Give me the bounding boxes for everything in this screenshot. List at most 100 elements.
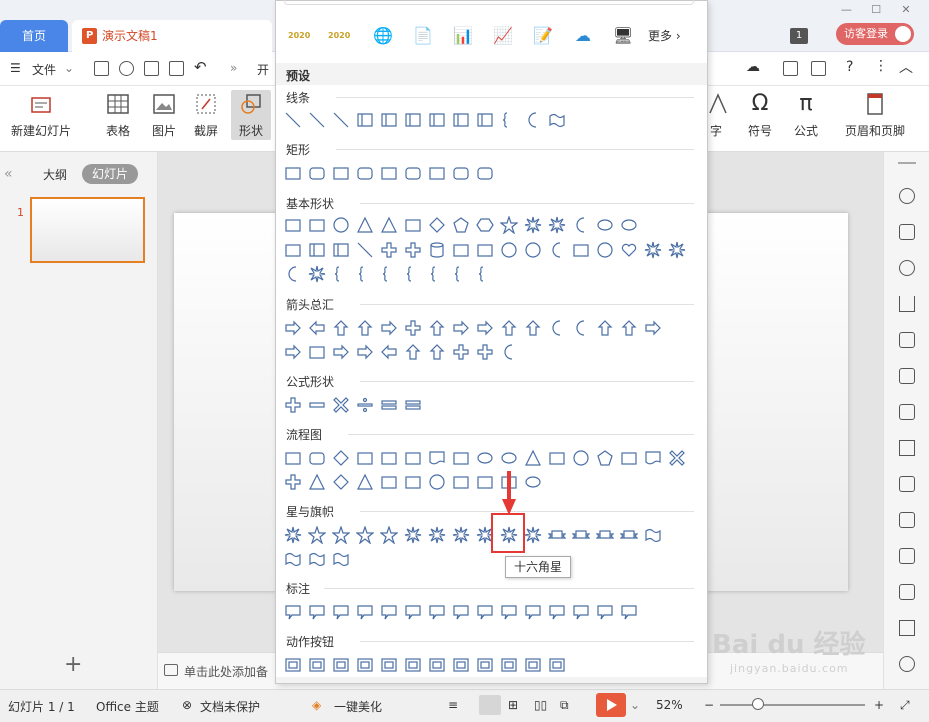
shape-arrowU-icon[interactable] xyxy=(428,319,446,337)
shape-button[interactable]: 形状 xyxy=(231,90,271,140)
shape-btn-icon[interactable] xyxy=(548,656,566,674)
shape-rect-icon[interactable] xyxy=(356,449,374,467)
shape-pent-icon[interactable] xyxy=(596,449,614,467)
shape-rect-icon[interactable] xyxy=(452,241,470,259)
shape-arrowU-icon[interactable] xyxy=(500,319,518,337)
shape-divide-icon[interactable] xyxy=(356,396,374,414)
image-gallery-icon[interactable] xyxy=(899,476,915,492)
shape-doc-icon[interactable] xyxy=(428,449,446,467)
shape-rect-icon[interactable] xyxy=(620,449,638,467)
print-icon[interactable] xyxy=(144,61,159,76)
table-style-icon[interactable] xyxy=(899,332,915,348)
guest-login-button[interactable]: 访客登录 xyxy=(836,23,914,45)
theme-name[interactable]: Office 主题 xyxy=(96,698,159,715)
collapse-panel-icon[interactable]: « xyxy=(4,166,13,182)
play-slideshow-button[interactable] xyxy=(596,693,626,717)
shape-burst-icon[interactable] xyxy=(524,526,542,544)
shape-doc-icon[interactable] xyxy=(644,449,662,467)
slides-tab[interactable]: 幻灯片 xyxy=(82,164,138,184)
more-options-icon[interactable]: ⋮ xyxy=(874,58,888,74)
fill-icon[interactable] xyxy=(899,296,915,312)
more-shapes-link[interactable]: 更多 › xyxy=(648,27,681,44)
shape-rrect-icon[interactable] xyxy=(308,449,326,467)
shape-circle-icon[interactable] xyxy=(500,241,518,259)
fit-window-icon[interactable]: ⤢ xyxy=(900,698,910,713)
add-slide-button[interactable]: + xyxy=(64,652,82,677)
symbol-button[interactable]: Ω 符号 xyxy=(742,92,778,139)
shape-arrowR-icon[interactable] xyxy=(284,319,302,337)
shape-star-icon[interactable] xyxy=(308,526,326,544)
shape-ribbon-icon[interactable] xyxy=(620,526,638,544)
zoom-in-button[interactable]: + xyxy=(874,698,884,712)
shape-arrowU-icon[interactable] xyxy=(356,319,374,337)
shape-callout-icon[interactable] xyxy=(548,603,566,621)
shape-line-icon[interactable] xyxy=(308,111,326,129)
recent-cloud-icon[interactable]: ☁ xyxy=(572,25,594,47)
shape-equal-icon[interactable] xyxy=(404,396,422,414)
shape-callout-icon[interactable] xyxy=(284,603,302,621)
partial-tab[interactable]: 开 xyxy=(257,61,269,78)
shape-pent-icon[interactable] xyxy=(452,216,470,234)
shape-arrowU-icon[interactable] xyxy=(620,319,638,337)
shape-corner-icon[interactable] xyxy=(356,111,374,129)
download-icon[interactable] xyxy=(899,656,915,672)
collaborate-icon[interactable] xyxy=(811,61,826,76)
hamburger-icon[interactable]: ☰ xyxy=(10,61,21,75)
shape-burst-icon[interactable] xyxy=(428,526,446,544)
presenter-icon[interactable]: ⧉ xyxy=(560,698,569,713)
formula-button[interactable]: π 公式 xyxy=(788,92,824,139)
help-icon[interactable]: ? xyxy=(846,59,853,75)
shape-tri-icon[interactable] xyxy=(308,473,326,491)
shape-line-icon[interactable] xyxy=(356,241,374,259)
beautify-button[interactable]: 一键美化 xyxy=(334,698,382,715)
shape-rect-icon[interactable] xyxy=(476,473,494,491)
recent-monitor-icon[interactable]: 🖥 xyxy=(612,25,634,47)
shape-equal-icon[interactable] xyxy=(380,396,398,414)
recent-chart-icon[interactable]: 📊 xyxy=(452,25,474,47)
shape-circle-icon[interactable] xyxy=(572,449,590,467)
tab-document[interactable]: 演示文稿1 xyxy=(72,20,272,52)
shape-search-field[interactable] xyxy=(284,0,694,5)
recent-note-icon[interactable]: 📝 xyxy=(532,25,554,47)
shape-burst-icon[interactable] xyxy=(524,216,542,234)
shape-rrect-icon[interactable] xyxy=(476,164,494,182)
collapse-ribbon-icon[interactable]: ︿ xyxy=(899,57,913,77)
shape-circle-icon[interactable] xyxy=(428,473,446,491)
export-pdf-icon[interactable] xyxy=(119,61,134,76)
shape-diamond-icon[interactable] xyxy=(428,216,446,234)
shape-corner-icon[interactable] xyxy=(332,241,350,259)
shape-corner-icon[interactable] xyxy=(452,111,470,129)
shape-rect-icon[interactable] xyxy=(572,241,590,259)
recent-2020-text[interactable]: 2020 xyxy=(328,25,350,47)
new-slide-button[interactable]: 新建幻灯片 xyxy=(6,92,76,139)
shape-callout-icon[interactable] xyxy=(596,603,614,621)
shape-hex-icon[interactable] xyxy=(476,216,494,234)
shape-plus-icon[interactable] xyxy=(284,473,302,491)
shape-btn-icon[interactable] xyxy=(284,656,302,674)
shape-arrowU-icon[interactable] xyxy=(596,319,614,337)
shape-rect-icon[interactable] xyxy=(404,473,422,491)
shape-brace-icon[interactable] xyxy=(476,265,494,283)
shape-arrowR-icon[interactable] xyxy=(380,319,398,337)
reading-view-icon[interactable]: ▯▯ xyxy=(534,698,547,712)
zoom-out-button[interactable]: − xyxy=(704,698,714,712)
shape-rrect-icon[interactable] xyxy=(356,164,374,182)
shape-times-icon[interactable] xyxy=(332,396,350,414)
shape-wave-icon[interactable] xyxy=(284,550,302,568)
shape-btn-icon[interactable] xyxy=(452,656,470,674)
grid-icon[interactable] xyxy=(899,368,915,384)
slide-sorter-icon[interactable]: ⊞ xyxy=(508,698,518,712)
protect-status[interactable]: 文档未保护 xyxy=(200,698,260,715)
shape-rrect-icon[interactable] xyxy=(452,164,470,182)
shape-callout-icon[interactable] xyxy=(620,603,638,621)
shape-corner-icon[interactable] xyxy=(308,241,326,259)
shape-plus-icon[interactable] xyxy=(452,343,470,361)
shape-tri-icon[interactable] xyxy=(356,216,374,234)
shape-oval-icon[interactable] xyxy=(476,449,494,467)
chevron-down-icon[interactable]: ⌄ xyxy=(64,61,74,75)
shape-heart-icon[interactable] xyxy=(620,241,638,259)
shape-btn-icon[interactable] xyxy=(428,656,446,674)
shape-arrowU-icon[interactable] xyxy=(332,319,350,337)
shape-star-icon[interactable] xyxy=(380,526,398,544)
shape-arrowR-icon[interactable] xyxy=(332,343,350,361)
